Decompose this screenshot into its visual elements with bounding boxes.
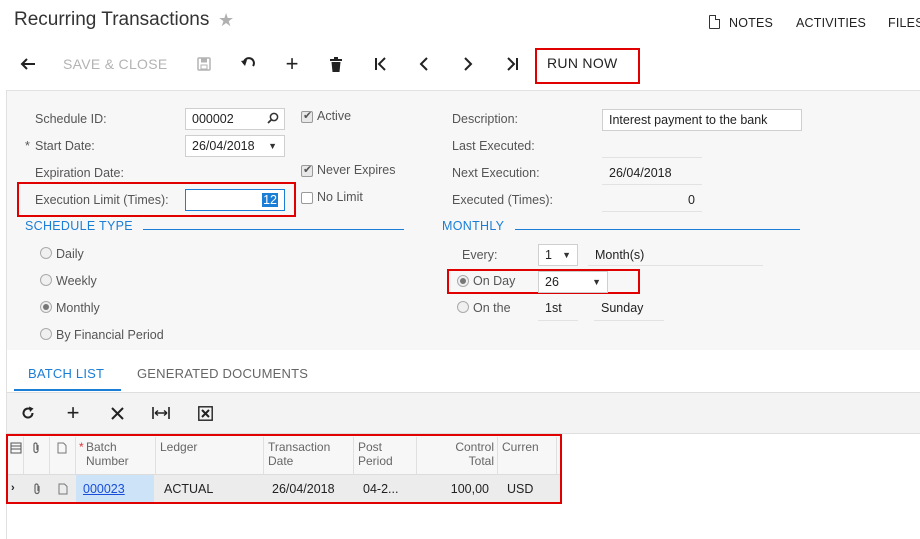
monthly-divider: [515, 229, 800, 230]
schedule-id-field[interactable]: 000002: [185, 108, 285, 130]
every-label: Every:: [462, 248, 498, 262]
previous-record-icon[interactable]: [409, 50, 439, 78]
start-date-field[interactable]: 26/04/2018 ▼: [185, 135, 285, 157]
monthly-heading: MONTHLY: [442, 219, 505, 233]
back-arrow-icon[interactable]: [13, 50, 43, 78]
on-the-ordinal-underline: [538, 320, 578, 321]
notes-link[interactable]: NOTES: [729, 16, 773, 30]
on-day-select[interactable]: 26 ▼: [538, 271, 608, 293]
radio-weekly[interactable]: [40, 274, 52, 286]
next-execution-underline: [602, 184, 702, 185]
description-field[interactable]: Interest payment to the bank: [602, 109, 802, 131]
description-label: Description:: [452, 112, 518, 126]
weekly-label: Weekly: [56, 274, 97, 288]
refresh-icon[interactable]: [17, 403, 39, 423]
every-unit: Month(s): [595, 248, 645, 262]
on-day-value: 26: [545, 275, 559, 289]
radio-monthly[interactable]: [40, 301, 52, 313]
grid-toolbar: [7, 392, 920, 434]
daily-label: Daily: [56, 247, 84, 261]
executed-times-value: 0: [688, 193, 695, 207]
schedule-type-divider: [143, 229, 404, 230]
radio-on-day[interactable]: [457, 275, 469, 287]
executed-times-underline: [602, 211, 702, 212]
delete-icon[interactable]: [321, 50, 351, 78]
monthly-label: Monthly: [56, 301, 100, 315]
search-icon[interactable]: [267, 112, 279, 127]
on-the-ordinal[interactable]: 1st: [545, 301, 562, 315]
start-date-value: 26/04/2018: [192, 139, 255, 153]
save-icon[interactable]: [189, 50, 219, 78]
schedule-id-value: 000002: [192, 112, 234, 126]
last-executed-field: [602, 157, 702, 158]
chevron-down-icon[interactable]: ▼: [562, 250, 571, 260]
first-record-icon[interactable]: [366, 50, 396, 78]
expiration-date-label: Expiration Date:: [35, 166, 124, 180]
save-close-button[interactable]: SAVE & CLOSE: [63, 56, 168, 72]
radio-daily[interactable]: [40, 247, 52, 259]
add-row-icon[interactable]: +: [62, 400, 84, 425]
start-date-label: Start Date:: [35, 139, 95, 153]
no-limit-label: No Limit: [317, 190, 363, 204]
tab-generated-documents[interactable]: GENERATED DOCUMENTS: [137, 366, 308, 381]
files-link[interactable]: FILES: [888, 16, 920, 30]
active-tab-indicator: [14, 389, 121, 391]
on-the-weekday[interactable]: Sunday: [601, 301, 643, 315]
export-excel-icon[interactable]: [194, 403, 216, 423]
delete-row-icon[interactable]: [106, 403, 128, 423]
add-icon[interactable]: +: [277, 50, 307, 78]
grid-highlight: [6, 434, 562, 504]
last-record-icon[interactable]: [497, 50, 527, 78]
active-checkbox[interactable]: [301, 109, 313, 123]
last-executed-label: Last Executed:: [452, 139, 535, 153]
next-execution-label: Next Execution:: [452, 166, 540, 180]
radio-financial-period[interactable]: [40, 328, 52, 340]
next-execution-value: 26/04/2018: [609, 166, 672, 180]
tab-batch-list[interactable]: BATCH LIST: [28, 366, 104, 381]
start-date-required-mark: *: [25, 139, 30, 153]
activities-link[interactable]: ACTIVITIES: [796, 16, 866, 30]
schedule-id-label: Schedule ID:: [35, 112, 107, 126]
execution-limit-value: 12: [262, 193, 278, 207]
on-the-weekday-underline: [594, 320, 664, 321]
schedule-type-heading: SCHEDULE TYPE: [25, 219, 133, 233]
chevron-down-icon[interactable]: ▼: [592, 277, 601, 287]
every-unit-underline: [588, 265, 763, 266]
notes-icon[interactable]: [709, 15, 720, 29]
financial-period-label: By Financial Period: [56, 328, 164, 342]
active-label: Active: [317, 109, 352, 123]
radio-on-the[interactable]: [457, 301, 469, 313]
chevron-down-icon[interactable]: ▼: [268, 141, 277, 151]
no-limit-checkbox[interactable]: [301, 192, 313, 204]
fit-columns-icon[interactable]: [150, 403, 172, 423]
never-expires-checkbox[interactable]: [301, 163, 313, 177]
never-expires-label: Never Expires: [317, 163, 396, 177]
next-record-icon[interactable]: [453, 50, 483, 78]
every-value: 1: [545, 248, 552, 262]
on-day-label: On Day: [473, 274, 516, 288]
star-icon[interactable]: ★: [218, 10, 234, 31]
every-select[interactable]: 1 ▼: [538, 244, 578, 266]
execution-limit-input[interactable]: 12: [185, 189, 285, 211]
execution-limit-label: Execution Limit (Times):: [35, 193, 169, 207]
run-now-button[interactable]: RUN NOW: [547, 55, 618, 71]
on-the-label: On the: [473, 301, 511, 315]
undo-icon[interactable]: [233, 50, 263, 78]
executed-times-label: Executed (Times):: [452, 193, 553, 207]
page-title: Recurring Transactions: [14, 9, 210, 30]
